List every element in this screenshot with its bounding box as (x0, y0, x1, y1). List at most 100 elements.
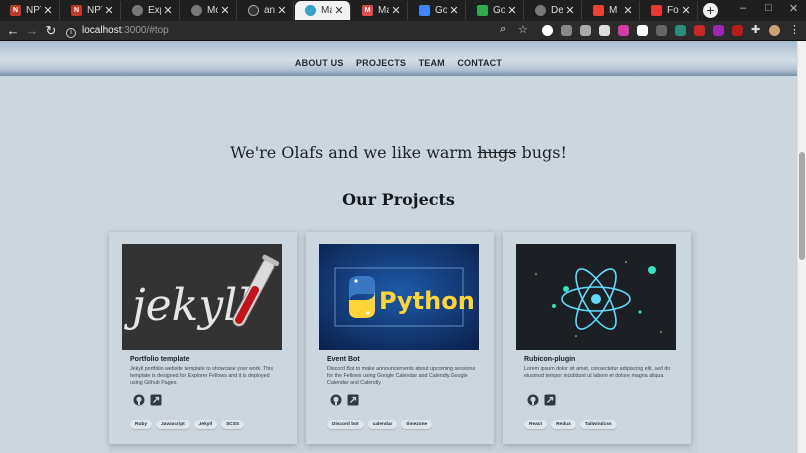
tech-tag: SCSS (221, 420, 245, 429)
browser-tab[interactable]: N NPTEL✕ (61, 1, 121, 20)
browser-tab[interactable]: M Majo✕ (352, 1, 408, 20)
extension-icon[interactable] (637, 25, 648, 36)
browser-tab[interactable]: Goo✕ (409, 1, 466, 20)
site-info-icon[interactable]: i (66, 28, 76, 38)
close-tab-icon[interactable]: ✕ (332, 4, 346, 17)
tech-tag: Javascript (156, 420, 190, 429)
close-tab-icon[interactable]: ✕ (505, 4, 519, 17)
close-tab-icon[interactable]: ✕ (621, 4, 635, 17)
google-favicon-icon (419, 5, 430, 16)
browser-tab[interactable]: M ✕ (583, 1, 640, 20)
tech-tag: Redux (551, 420, 576, 429)
globe-icon (535, 5, 546, 16)
majo-favicon-icon: M (362, 5, 373, 16)
nav-contact[interactable]: CONTACT (457, 58, 502, 68)
new-tab-button[interactable]: + (703, 3, 718, 18)
gmail-favicon-icon (593, 5, 604, 16)
menu-kebab-icon[interactable]: ⋮ (789, 23, 800, 36)
browser-tab[interactable]: Goo✕ (467, 1, 524, 20)
svg-text:Python: Python (379, 287, 475, 315)
browser-tab[interactable]: Expe✕ (122, 1, 180, 20)
tech-tag: Tailwindcss (579, 420, 617, 429)
puzzle-extensions-icon[interactable]: ✚ (751, 23, 760, 36)
bookmark-star-icon[interactable]: ☆ (518, 23, 528, 36)
external-link-icon[interactable] (347, 394, 359, 406)
browser-tab[interactable]: N NPTEL✕ (0, 1, 60, 20)
project-links (527, 394, 556, 406)
zoom-search-icon[interactable]: ⌕ (500, 23, 506, 36)
nav-about-us[interactable]: ABOUT US (295, 58, 344, 68)
nav-team[interactable]: TEAM (419, 58, 445, 68)
github-favicon-icon (248, 5, 259, 16)
close-tab-icon[interactable]: ✕ (389, 4, 403, 17)
tech-tag: timezone (401, 420, 433, 429)
profile-avatar[interactable] (769, 25, 780, 36)
tech-tags: Ruby Javascript Jekyll SCSS (130, 420, 245, 429)
extension-icon[interactable] (675, 25, 686, 36)
browser-tab[interactable]: Form✕ (641, 1, 698, 20)
reload-icon[interactable]: ↻ (43, 23, 59, 39)
nptel-favicon-icon: N (71, 5, 82, 16)
react-atom-image (516, 244, 676, 350)
forward-icon[interactable]: → (24, 23, 40, 39)
back-icon[interactable]: ← (5, 23, 21, 39)
project-card: Rubicon-plugin Lorem ipsum dolor sit ame… (503, 232, 691, 444)
close-tab-icon[interactable]: ✕ (161, 4, 175, 17)
extension-icon[interactable] (694, 25, 705, 36)
globe-icon (191, 5, 202, 16)
python-logo-image: Python (319, 244, 479, 350)
project-card: Python Event Bot Discord Bot to make ann… (306, 232, 494, 444)
close-tab-icon[interactable]: ✕ (275, 4, 289, 17)
external-link-icon[interactable] (150, 394, 162, 406)
browser-tab[interactable]: Mod✕ (181, 1, 237, 20)
address-bar[interactable]: i localhost:3000/#top (66, 23, 536, 39)
extension-icon[interactable] (618, 25, 629, 36)
svg-text:jekyll: jekyll (123, 280, 251, 331)
project-title: Event Bot (327, 356, 360, 363)
extension-icon[interactable] (713, 25, 724, 36)
tech-tag: Discord bot (327, 420, 364, 429)
browser-tab-strip: N NPTEL✕ N NPTEL✕ Expe✕ Mod✕ anjali✕ Maj… (0, 0, 806, 21)
close-window-icon[interactable]: ✕ (789, 2, 798, 15)
header-banner: ABOUT US PROJECTS TEAM CONTACT (0, 41, 797, 76)
forms-favicon-icon (651, 5, 662, 16)
close-tab-icon[interactable]: ✕ (218, 4, 232, 17)
project-description: Jekyll portfolio website template to sho… (130, 366, 273, 386)
extension-icon[interactable] (732, 25, 743, 36)
project-links (330, 394, 359, 406)
tech-tag: calendar (367, 420, 398, 429)
tagline: We're Olafs and we like warm hugs bugs! (230, 143, 567, 162)
project-links (133, 394, 162, 406)
browser-tab-active[interactable]: Maje✕ (295, 1, 351, 20)
project-card: jekyll Portfolio template Jekyll portfol… (109, 232, 297, 444)
github-icon[interactable] (527, 394, 539, 406)
project-title: Portfolio template (130, 356, 190, 363)
tech-tag: React (524, 420, 548, 429)
scrollbar-thumb[interactable] (799, 152, 805, 260)
projects-heading: Our Projects (342, 190, 455, 209)
nav-projects[interactable]: PROJECTS (356, 58, 406, 68)
close-tab-icon[interactable]: ✕ (102, 4, 116, 17)
extension-icon[interactable] (580, 25, 591, 36)
extension-icon[interactable] (561, 25, 572, 36)
extension-icon[interactable] (599, 25, 610, 36)
maximize-icon[interactable]: □ (765, 2, 772, 14)
browser-tab[interactable]: anjali✕ (238, 1, 294, 20)
nptel-favicon-icon: N (10, 5, 21, 16)
tech-tag: Ruby (130, 420, 152, 429)
site-favicon-icon (305, 5, 316, 16)
google-extension-icon[interactable] (542, 25, 553, 36)
project-description: Lorem ipsum dolor sit amet, consectetur … (524, 366, 671, 379)
close-tab-icon[interactable]: ✕ (679, 4, 693, 17)
github-icon[interactable] (330, 394, 342, 406)
jekyll-logo-image: jekyll (122, 244, 282, 350)
globe-icon (132, 5, 143, 16)
minimize-icon[interactable]: – (740, 2, 746, 14)
browser-tab[interactable]: Devi✕ (525, 1, 582, 20)
github-icon[interactable] (133, 394, 145, 406)
close-tab-icon[interactable]: ✕ (447, 4, 461, 17)
external-link-icon[interactable] (544, 394, 556, 406)
extension-icon[interactable] (656, 25, 667, 36)
close-tab-icon[interactable]: ✕ (563, 4, 577, 17)
close-tab-icon[interactable]: ✕ (41, 4, 55, 17)
